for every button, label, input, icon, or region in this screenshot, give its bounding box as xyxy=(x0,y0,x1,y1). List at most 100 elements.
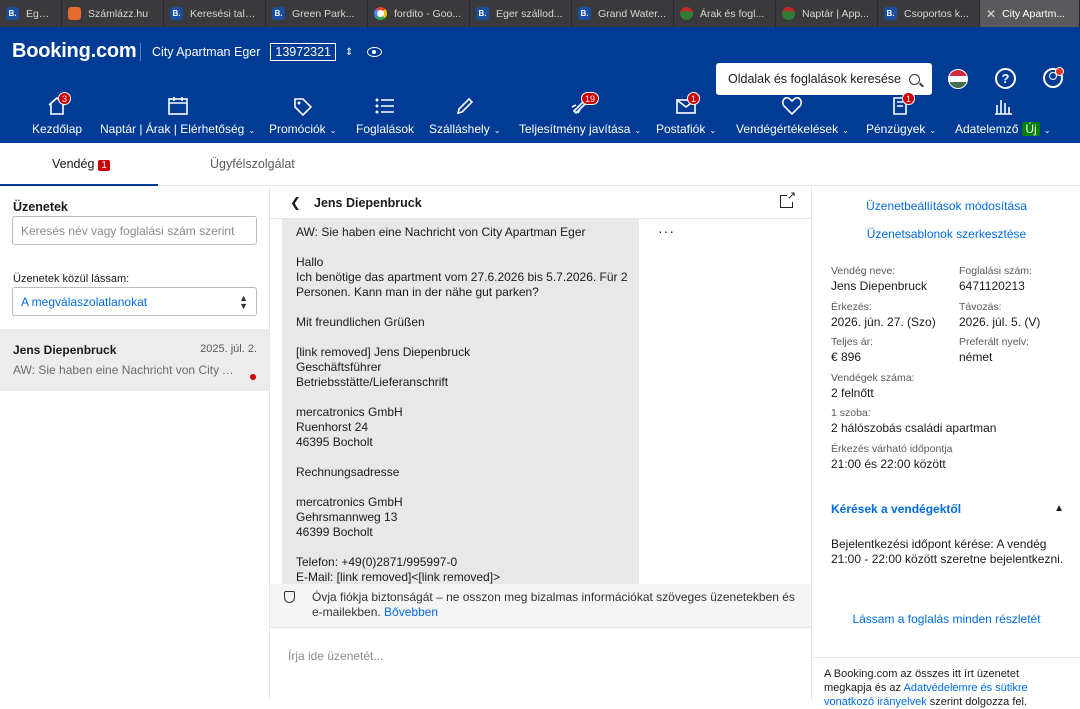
inbox-tabs: Vendég 1 Ügyfélszolgálat xyxy=(0,143,1080,186)
message-templates-link[interactable]: Üzenetsablonok szerkesztése xyxy=(812,227,1080,241)
nav-badge: 1 xyxy=(902,92,916,105)
messages-title: Üzenetek xyxy=(13,200,68,214)
reply-input[interactable]: Írja ide üzenetét... xyxy=(270,627,811,700)
chevron-down-icon: ⌄ xyxy=(634,126,642,135)
browser-tab[interactable]: B. Keresési talá... xyxy=(164,0,266,27)
message-line: Gehrsmannweg 13 xyxy=(296,510,398,524)
chevron-up-icon[interactable]: ▲ xyxy=(1054,503,1064,514)
search-icon xyxy=(909,73,920,85)
browser-tab[interactable]: Naptár | App... xyxy=(776,0,878,27)
browser-tab[interactable]: B. Grand Water... xyxy=(572,0,674,27)
tab-guest-label: Vendég xyxy=(52,157,95,171)
nav-label: Foglalások xyxy=(356,122,415,136)
message-line: Geschäftsführer xyxy=(296,360,382,374)
eye-icon[interactable] xyxy=(367,47,383,57)
conversation-list-panel: Üzenetek Keresés név vagy foglalási szám… xyxy=(0,187,270,700)
departure-label: Távozás: xyxy=(959,301,1002,313)
favicon-icon xyxy=(680,7,693,20)
guest-requests-title[interactable]: Kérések a vendégektől xyxy=(831,502,961,516)
filter-select[interactable]: A megválaszolatlanokat ▲ ▼ xyxy=(12,287,257,316)
active-tab-indicator xyxy=(0,184,158,186)
room-type: 2 hálószobás családi apartman xyxy=(831,421,997,435)
favicon-icon xyxy=(782,7,795,20)
more-options-icon[interactable]: ··· xyxy=(658,223,675,239)
browser-tab[interactable]: ✕ City Apartm... xyxy=(980,0,1080,27)
booking-details-panel: Üzenetbeállítások módosítása Üzenetsablo… xyxy=(811,187,1080,708)
browser-tab[interactable]: Árak és fogl... xyxy=(674,0,776,27)
browser-tab-bar: B.Eger szSzámlázz.huB.Keresési talá...B.… xyxy=(0,0,1080,27)
message-line: mercatronics GmbH xyxy=(296,405,403,419)
message-line xyxy=(296,540,625,555)
nav-opportunities[interactable]: 19 Teljesítmény javítása ⌄ xyxy=(519,87,641,143)
browser-tab-title: Green Park... xyxy=(292,7,355,20)
eta-label: Érkezés várható időpontja xyxy=(831,443,953,455)
tab-support[interactable]: Ügyfélszolgálat xyxy=(210,157,295,171)
nav-promotions[interactable]: Promóciók ⌄ xyxy=(269,87,336,143)
favicon-icon xyxy=(68,7,81,20)
tab-guest[interactable]: Vendég 1 xyxy=(52,157,110,171)
conversation-item[interactable]: Jens Diepenbruck 2025. júl. 2. AW: Sie h… xyxy=(0,329,269,391)
message-line xyxy=(296,240,625,255)
nav-property[interactable]: Szálláshely ⌄ xyxy=(429,87,500,143)
privacy-footer: A Booking.com az összes itt írt üzenetet… xyxy=(812,657,1080,708)
browser-tab-title: Keresési talá... xyxy=(190,7,259,20)
open-external-icon[interactable] xyxy=(780,189,796,208)
preferred-language-label: Preferált nyelv: xyxy=(959,336,1030,348)
message-line: Telefon: +49(0)2871/995997-0 xyxy=(296,555,458,569)
arrival-label: Érkezés: xyxy=(831,301,872,313)
nav-finance[interactable]: 1 Pénzügyek ⌄ xyxy=(866,87,936,143)
departure-date: 2026. júl. 5. (V) xyxy=(959,315,1041,329)
message-bubble: AW: Sie haben eine Nachricht von City Ap… xyxy=(282,219,639,584)
guests-label: Vendégek száma: xyxy=(831,372,915,384)
new-tag: Új xyxy=(1022,122,1040,136)
filter-value: A megválaszolatlanokat xyxy=(21,295,148,309)
nav-calendar[interactable]: Naptár | Árak | Elérhetőség ⌄ xyxy=(100,87,255,143)
favicon-icon: B. xyxy=(578,7,591,20)
nav-reviews[interactable]: Vendégértékelések ⌄ xyxy=(736,87,849,143)
booking-logo[interactable]: Booking.com xyxy=(12,40,137,63)
chevron-down-icon: ⌄ xyxy=(248,126,256,135)
back-arrow-icon[interactable]: ❮ xyxy=(290,195,301,211)
message-line: [link removed] Jens Diepenbruck xyxy=(296,345,471,359)
language-flag-icon[interactable] xyxy=(948,69,968,89)
close-tab-icon[interactable]: ✕ xyxy=(986,7,996,21)
nav-reservations[interactable]: Foglalások xyxy=(356,87,414,143)
heart-icon xyxy=(782,97,803,116)
property-switcher[interactable]: City Apartman Eger 13972321 ⇕ xyxy=(140,43,383,61)
message-line xyxy=(296,330,625,345)
extranet-header: Booking.com City Apartman Eger 13972321 … xyxy=(0,27,1080,143)
help-icon[interactable]: ? xyxy=(995,68,1016,89)
switch-property-icon[interactable]: ⇕ xyxy=(345,47,353,58)
conversation-search-input[interactable]: Keresés név vagy foglalási szám szerint xyxy=(12,216,257,245)
browser-tab[interactable]: B. Eger szállod... xyxy=(470,0,572,27)
browser-tab[interactable]: Számlázz.hu xyxy=(62,0,164,27)
message-line: AW: Sie haben eine Nachricht von City Ap… xyxy=(296,225,586,239)
total-price-label: Teljes ár: xyxy=(831,336,874,348)
guest-name-label: Vendég neve: xyxy=(831,265,896,277)
message-line: 46395 Bocholt xyxy=(296,435,373,449)
browser-tab-title: Eger sz xyxy=(26,7,55,20)
message-line xyxy=(296,450,625,465)
chevron-down-icon: ⌄ xyxy=(329,126,337,135)
guests-count: 2 felnőtt xyxy=(831,386,874,400)
message-settings-link[interactable]: Üzenetbeállítások módosítása xyxy=(812,199,1080,213)
all-booking-details-link[interactable]: Lássam a foglalás minden részletét xyxy=(812,612,1080,626)
property-name: City Apartman Eger xyxy=(152,45,261,59)
header-search-placeholder: Oldalak és foglalások keresése xyxy=(728,72,902,86)
message-line: Ruenhorst 24 xyxy=(296,420,369,434)
nav-inbox[interactable]: 1 Postafiók ⌄ xyxy=(656,87,716,143)
learn-more-link[interactable]: Bővebben xyxy=(384,605,438,619)
nav-home[interactable]: 3 Kezdőlap xyxy=(32,87,82,143)
browser-tab[interactable]: B. Csoportos k... xyxy=(878,0,980,27)
nav-analytics[interactable]: Adatelemző Új ⌄ xyxy=(955,87,1050,143)
tab-guest-count: 1 xyxy=(98,160,110,171)
browser-tab[interactable]: fordito - Goo... xyxy=(368,0,470,27)
account-icon[interactable] xyxy=(1043,67,1064,88)
browser-tab[interactable]: B. Green Park... xyxy=(266,0,368,27)
filter-label: Üzenetek közül lássam: xyxy=(13,273,130,285)
privacy-footer-tail: szerint dolgozza fel. xyxy=(929,696,1028,708)
favicon-icon: B. xyxy=(884,7,897,20)
nav-label: Naptár | Árak | Elérhetőség xyxy=(100,122,245,136)
favicon-icon: B. xyxy=(476,7,489,20)
browser-tab[interactable]: B. Eger sz xyxy=(0,0,62,27)
